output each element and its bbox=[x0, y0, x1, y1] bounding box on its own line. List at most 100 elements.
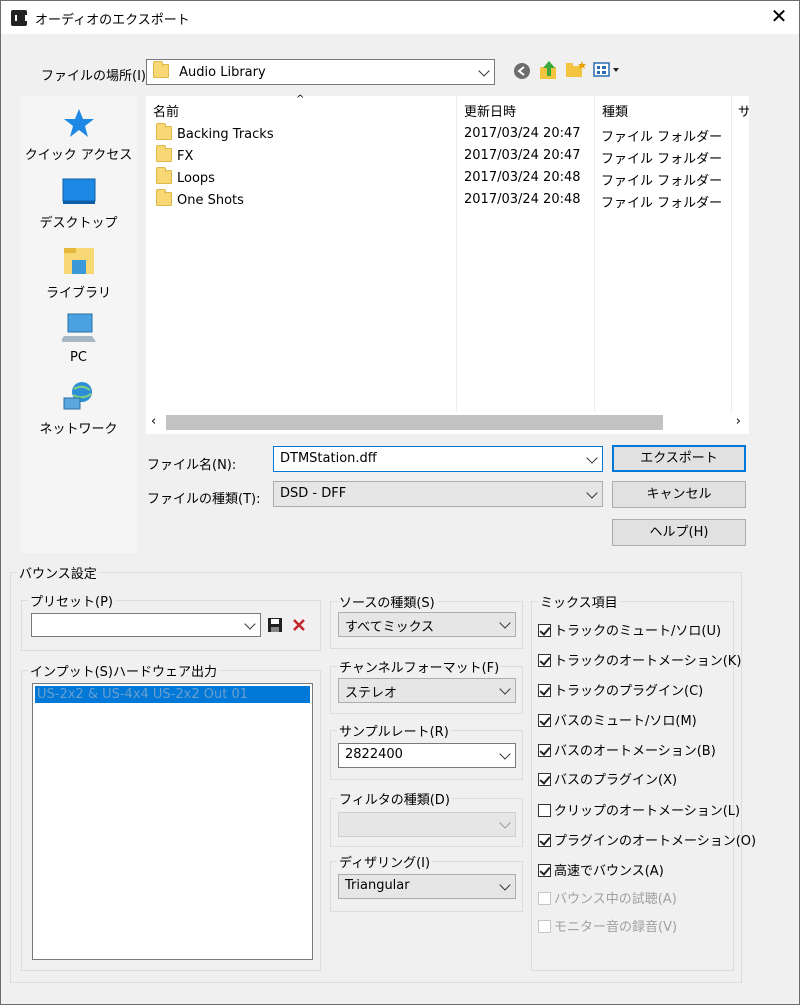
samplerate-value: 2822400 bbox=[345, 747, 403, 762]
column-header-type[interactable]: 種類 bbox=[595, 96, 732, 122]
save-preset-icon[interactable] bbox=[267, 617, 283, 633]
checkbox-box[interactable] bbox=[538, 864, 551, 877]
back-icon[interactable] bbox=[513, 62, 533, 82]
filetype-select[interactable]: DSD - DFF bbox=[273, 481, 603, 507]
filter-label: フィルタの種類(D) bbox=[339, 793, 450, 808]
checkbox-bus-mute-solo[interactable]: バスのミュート/ソロ(M) bbox=[538, 710, 697, 729]
horizontal-scrollbar[interactable]: ‹ › bbox=[146, 412, 749, 434]
sidebar-item-network[interactable]: ネットワーク bbox=[20, 380, 137, 437]
checkbox-label: バスのオートメーション(B) bbox=[554, 744, 716, 759]
chevron-down-icon bbox=[586, 452, 598, 464]
checkbox-box[interactable] bbox=[538, 624, 551, 637]
checkbox-record-monitor[interactable]: モニター音の録音(V) bbox=[538, 916, 678, 935]
filename-label: ファイル名(N): bbox=[147, 458, 237, 473]
sidebar-item-desktop[interactable]: デスクトップ bbox=[20, 178, 137, 231]
file-date: 2017/03/24 20:48 bbox=[464, 170, 581, 185]
checkbox-label: プラグインのオートメーション(O) bbox=[554, 834, 757, 849]
sidebar-label: PC bbox=[70, 350, 87, 365]
filename-input[interactable]: DTMStation.dff bbox=[273, 446, 603, 472]
new-folder-icon[interactable] bbox=[565, 60, 587, 80]
checkbox-track-automation[interactable]: トラックのオートメーション(K) bbox=[538, 650, 742, 669]
source-select[interactable]: すべてミックス bbox=[338, 612, 516, 637]
desktop-icon bbox=[62, 178, 95, 204]
delete-preset-icon[interactable] bbox=[292, 618, 306, 632]
checkbox-box[interactable] bbox=[538, 773, 551, 786]
mix-items-label: ミックス項目 bbox=[540, 596, 618, 611]
column-header-date[interactable]: 更新日時 bbox=[457, 96, 594, 122]
view-menu-icon[interactable] bbox=[593, 62, 623, 80]
chevron-down-icon bbox=[499, 683, 511, 695]
folder-icon bbox=[156, 189, 172, 206]
location-label: ファイルの場所(I): bbox=[41, 69, 151, 84]
folder-icon bbox=[153, 61, 169, 78]
preset-select[interactable] bbox=[31, 613, 261, 637]
list-item[interactable]: Backing Tracks 2017/03/24 20:47 ファイル フォル… bbox=[146, 123, 731, 145]
checkbox-label: トラックのオートメーション(K) bbox=[554, 654, 742, 669]
location-combo[interactable]: Audio Library bbox=[146, 59, 495, 85]
checkbox-box[interactable] bbox=[538, 684, 551, 697]
checkbox-plugin-automation[interactable]: プラグインのオートメーション(O) bbox=[538, 830, 757, 849]
export-button[interactable]: エクスポート bbox=[612, 445, 746, 472]
checkbox-box[interactable] bbox=[538, 892, 551, 905]
column-header-name[interactable]: 名前 bbox=[146, 96, 456, 122]
checkbox-box[interactable] bbox=[538, 920, 551, 933]
filter-select[interactable] bbox=[338, 812, 516, 837]
list-item[interactable]: Loops 2017/03/24 20:48 ファイル フォルダー bbox=[146, 167, 731, 189]
sidebar-item-quick-access[interactable]: クイック アクセス bbox=[20, 108, 137, 163]
cancel-button[interactable]: キャンセル bbox=[612, 481, 746, 508]
checkbox-bus-automation[interactable]: バスのオートメーション(B) bbox=[538, 740, 716, 759]
scroll-thumb[interactable] bbox=[166, 415, 663, 430]
input-list[interactable]: US-2x2 & US-4x4 US-2x2 Out 01 bbox=[32, 683, 313, 960]
file-type: ファイル フォルダー bbox=[601, 152, 723, 167]
sidebar-item-pc[interactable]: PC bbox=[20, 312, 137, 365]
sidebar-item-library[interactable]: ライブラリ bbox=[20, 244, 137, 301]
filetype-value: DSD - DFF bbox=[280, 486, 347, 501]
checkbox-audition-during-bounce[interactable]: バウンス中の試聴(A) bbox=[538, 888, 677, 907]
chevron-down-icon bbox=[499, 817, 511, 829]
dither-select[interactable]: Triangular bbox=[338, 874, 516, 899]
help-button[interactable]: ヘルプ(H) bbox=[612, 519, 746, 546]
checkbox-bus-plugins[interactable]: バスのプラグイン(X) bbox=[538, 769, 677, 788]
checkbox-clip-automation[interactable]: クリップのオートメーション(L) bbox=[538, 800, 740, 819]
column-divider bbox=[731, 96, 732, 412]
channel-select[interactable]: ステレオ bbox=[338, 678, 516, 703]
file-date: 2017/03/24 20:47 bbox=[464, 126, 581, 141]
sidebar-label: デスクトップ bbox=[39, 216, 118, 231]
chevron-down-icon bbox=[499, 617, 511, 629]
checkbox-fast-bounce[interactable]: 高速でバウンス(A) bbox=[538, 860, 664, 879]
bounce-settings-title: バウンス設定 bbox=[19, 567, 97, 582]
column-header-size[interactable]: サ bbox=[732, 96, 749, 122]
dither-label: ディザリング(I) bbox=[339, 856, 431, 871]
checkbox-label: トラックのミュート/ソロ(U) bbox=[554, 624, 722, 639]
checkbox-track-mute-solo[interactable]: トラックのミュート/ソロ(U) bbox=[538, 620, 722, 639]
file-date: 2017/03/24 20:48 bbox=[464, 192, 581, 207]
scroll-right-icon[interactable]: › bbox=[736, 414, 741, 429]
samplerate-select[interactable]: 2822400 bbox=[338, 743, 516, 768]
chevron-down-icon bbox=[586, 487, 598, 499]
checkbox-label: モニター音の録音(V) bbox=[554, 920, 678, 935]
checkbox-box[interactable] bbox=[538, 654, 551, 667]
checkbox-box[interactable] bbox=[538, 834, 551, 847]
list-item[interactable]: FX 2017/03/24 20:47 ファイル フォルダー bbox=[146, 145, 731, 167]
checkbox-box[interactable] bbox=[538, 804, 551, 817]
star-icon bbox=[63, 109, 94, 137]
chevron-down-icon bbox=[499, 748, 511, 760]
file-type: ファイル フォルダー bbox=[601, 196, 723, 211]
folder-icon bbox=[156, 167, 172, 184]
input-list-item[interactable]: US-2x2 & US-4x4 US-2x2 Out 01 bbox=[35, 686, 310, 703]
checkbox-box[interactable] bbox=[538, 744, 551, 757]
input-label: インプット(S)ハードウェア出力 bbox=[30, 665, 218, 680]
places-sidebar: クイック アクセス デスクトップ ライブラリ PC ネットワーク bbox=[20, 96, 137, 553]
title-bar: オーディオのエクスポート ✕ bbox=[1, 1, 799, 34]
scroll-left-icon[interactable]: ‹ bbox=[151, 414, 156, 429]
source-value: すべてミックス bbox=[345, 620, 435, 635]
close-button[interactable]: ✕ bbox=[767, 5, 791, 27]
file-type: ファイル フォルダー bbox=[601, 174, 723, 189]
checkbox-track-plugins[interactable]: トラックのプラグイン(C) bbox=[538, 680, 703, 699]
list-item[interactable]: One Shots 2017/03/24 20:48 ファイル フォルダー bbox=[146, 189, 731, 211]
network-icon bbox=[63, 382, 92, 410]
checkbox-box[interactable] bbox=[538, 714, 551, 727]
up-folder-icon[interactable] bbox=[539, 59, 559, 81]
file-name: Loops bbox=[177, 171, 215, 186]
pc-icon bbox=[61, 313, 96, 342]
